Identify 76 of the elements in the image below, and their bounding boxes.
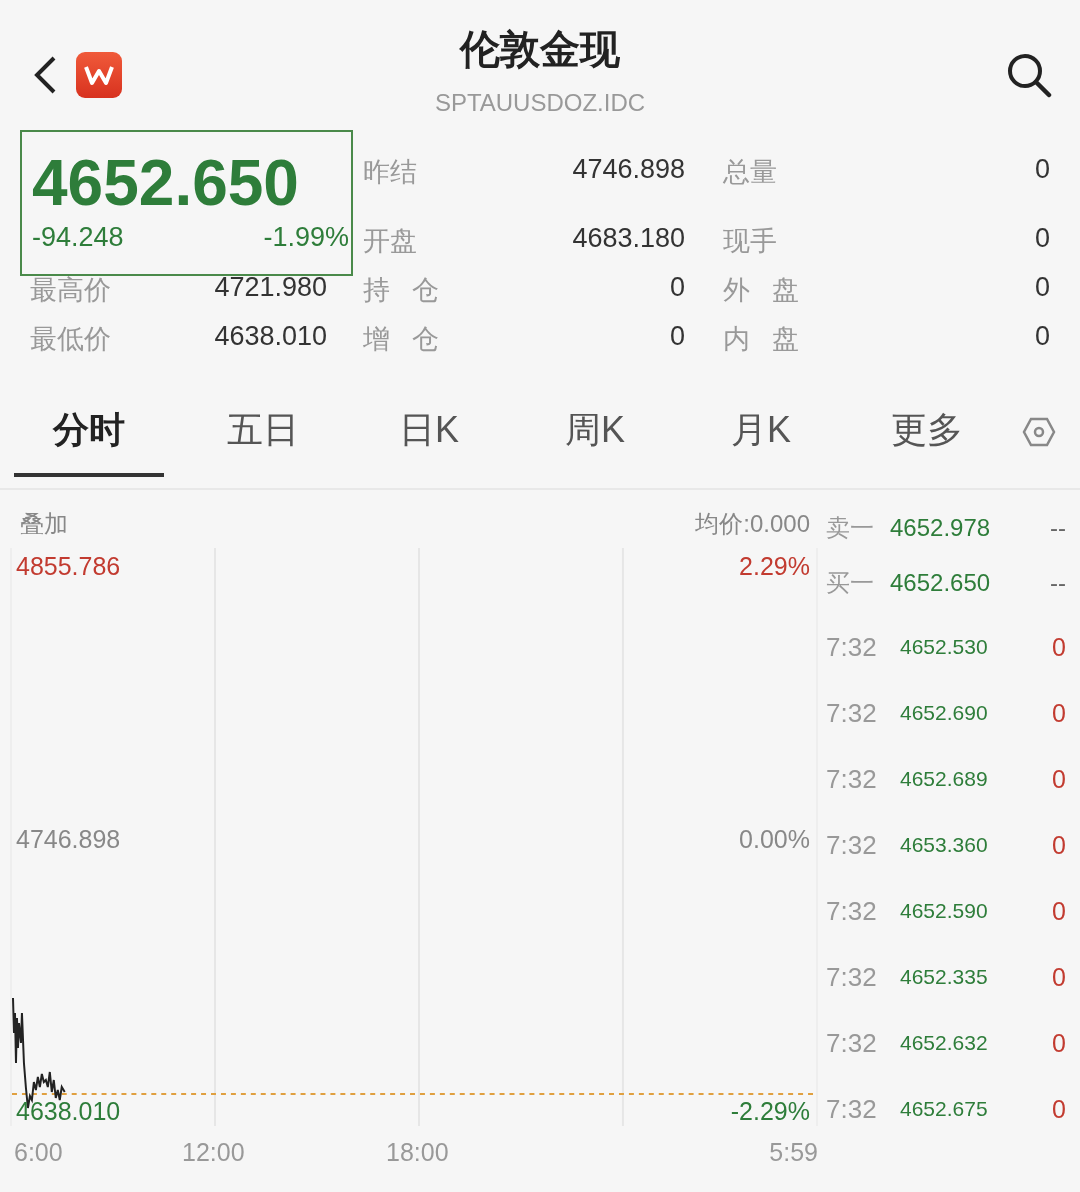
axis-percent-label: -2.29% [730,1097,810,1126]
change-percent: -1.99% [263,221,349,254]
trade-time: 7:32 [826,631,878,663]
trade-time: 7:32 [826,895,878,927]
trade-time: 7:32 [826,697,878,729]
trade-price: 4652.690 [900,701,989,725]
search-icon[interactable] [1006,52,1052,98]
app-logo-icon[interactable] [76,52,122,98]
stat-label: 内盘 [722,323,821,356]
trade-volume: 0 [1051,1028,1066,1058]
time-axis-label: 18:00 [386,1138,450,1167]
order-volume: -- [1049,568,1066,597]
symbol-code: SPTAUUSDOZ.IDC [434,89,646,117]
stat-label: 开盘 [362,225,418,258]
trade-volume: 0 [1051,1094,1066,1124]
axis-price-label: 4638.010 [16,1097,121,1126]
settings-icon[interactable] [1022,417,1056,447]
stat-label: 持仓 [362,274,461,307]
trade-volume: 0 [1051,698,1066,728]
average-price: 均价:0.000 [695,509,810,539]
trade-price: 4652.632 [900,1031,989,1055]
stat-label: 总量 [722,156,778,189]
stat-value: 0 [668,320,685,353]
trade-time: 7:32 [826,1027,878,1059]
stat-value: 0 [1033,320,1050,353]
time-axis-label: 5:59 [769,1138,818,1167]
stat-value: 0 [1033,222,1050,255]
stat-label: 最高价 [29,274,112,307]
trade-price: 4652.335 [900,965,989,989]
trade-volume: 0 [1051,632,1066,662]
chart-tab[interactable]: 分时 [14,405,164,477]
trade-time: 7:32 [826,1093,878,1125]
order-label: 买一 [826,567,875,598]
last-price: 4652.650 [32,146,299,220]
stat-value: 4683.180 [571,222,685,255]
stat-value: 0 [668,271,685,304]
stat-value: 4638.010 [213,320,328,353]
stat-label: 最低价 [29,323,112,356]
stat-value: 4721.980 [213,271,328,304]
trade-volume: 0 [1051,962,1066,992]
chart-tab[interactable]: 月K [678,405,844,477]
chart-tab[interactable]: 更多 [844,405,1010,477]
stat-label: 昨结 [362,156,418,189]
stat-value: 4746.898 [571,153,685,186]
stat-value: 0 [1033,271,1050,304]
axis-price-label: 4855.786 [16,552,121,581]
order-price: 4652.650 [890,568,992,597]
trade-price: 4653.360 [900,833,989,857]
trade-volume: 0 [1051,830,1066,860]
order-label: 卖一 [826,512,875,543]
trade-price: 4652.675 [900,1097,989,1121]
price-change: -94.248 [32,221,124,254]
trade-price: 4652.689 [900,767,989,791]
trade-time: 7:32 [826,961,878,993]
stat-value: 0 [1033,153,1050,186]
stat-label: 增仓 [362,323,461,356]
time-axis-label: 6:00 [14,1138,64,1167]
page-title: 伦敦金现 [460,26,620,73]
stat-label: 现手 [722,225,778,258]
trade-time: 7:32 [826,829,878,861]
axis-percent-label: 2.29% [739,552,810,581]
time-axis-label: 12:00 [182,1138,246,1167]
chart-tab[interactable]: 日K [346,405,512,477]
chart-tab[interactable]: 五日 [180,405,346,477]
order-price: 4652.978 [890,513,992,542]
chart-tab[interactable]: 周K [512,405,678,477]
axis-percent-label: 0.00% [739,824,810,854]
trade-price: 4652.590 [900,899,989,923]
trade-volume: 0 [1051,896,1066,926]
order-volume: -- [1049,513,1066,542]
stat-label: 外盘 [722,274,821,307]
trade-volume: 0 [1051,764,1066,794]
axis-price-label: 4746.898 [16,824,121,854]
trade-time: 7:32 [826,763,878,795]
back-icon[interactable] [32,55,58,95]
trade-price: 4652.530 [900,635,989,659]
